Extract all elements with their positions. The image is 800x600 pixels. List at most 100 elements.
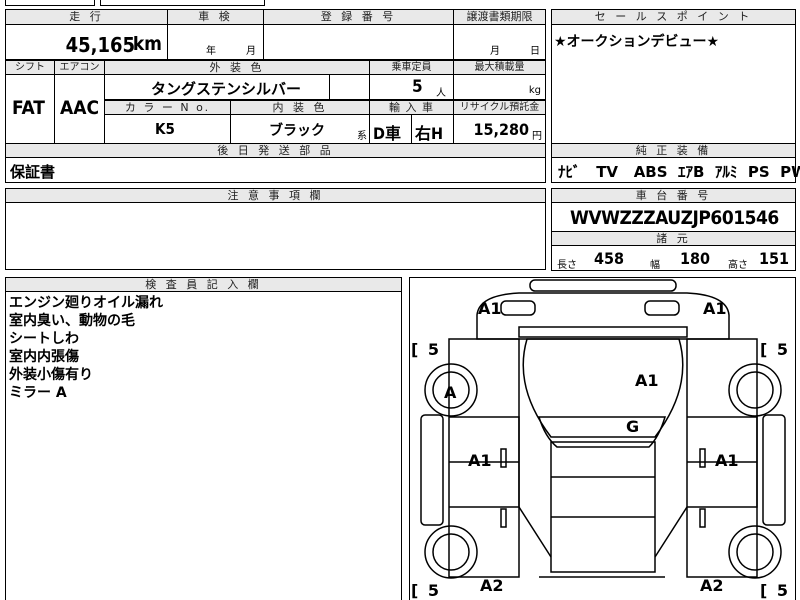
wheel-rl-inner bbox=[432, 533, 470, 571]
interior-color-header: 内 装 色 bbox=[230, 100, 370, 115]
exterior-color-value: タングステンシルバー bbox=[151, 80, 302, 98]
inspection-cell: 年 月 bbox=[167, 24, 264, 60]
equipment-item: ｱﾙﾐ bbox=[714, 163, 738, 181]
handle-right-rear bbox=[699, 508, 706, 528]
equipment-header: 純 正 装 備 bbox=[551, 143, 796, 158]
length-value: 458 bbox=[594, 249, 625, 268]
tread-rl: [ 5 bbox=[411, 581, 442, 600]
aircon-cell: AAC bbox=[54, 74, 105, 144]
mark-door-right: A1 bbox=[715, 451, 739, 470]
exterior-color-extra bbox=[329, 74, 370, 100]
tread-fr: [ 5 bbox=[760, 340, 791, 359]
equipment-item: TV bbox=[596, 163, 619, 181]
windshield-top bbox=[518, 326, 688, 338]
tread-fl: [ 5 bbox=[411, 340, 442, 359]
inspector-lines: エンジン廻りオイル漏れ 室内臭い、動物の毛 シートしわ 室内内張傷 外装小傷有り… bbox=[9, 294, 163, 402]
inspection-month-unit: 月 bbox=[246, 46, 256, 57]
mark-rear-left: A2 bbox=[480, 576, 504, 595]
import-type-cell: D車 bbox=[369, 114, 412, 144]
capacity-cell: 5 人 bbox=[369, 74, 454, 100]
later-parts-header: 後 日 発 送 部 品 bbox=[5, 143, 546, 158]
interior-color-suffix: 系 bbox=[357, 131, 367, 142]
recycle-cell: 15,280 円 bbox=[453, 114, 546, 144]
inspector-line: 外装小傷有り bbox=[9, 367, 93, 383]
sill-right bbox=[762, 414, 786, 526]
handle-value: 右H bbox=[415, 124, 444, 143]
equipment-item: ｴｱB bbox=[678, 163, 705, 181]
color-no-value: K5 bbox=[155, 120, 175, 138]
height-value: 151 bbox=[759, 249, 790, 268]
exterior-color-cell: タングステンシルバー bbox=[104, 74, 330, 100]
mark-hood: A1 bbox=[635, 371, 659, 390]
recycle-unit: 円 bbox=[532, 131, 542, 142]
mark-front-left: A1 bbox=[478, 299, 502, 318]
recycle-header: リサイクル預託金 bbox=[453, 100, 546, 115]
inspection-year-unit: 年 bbox=[206, 46, 216, 57]
handle-left-rear bbox=[500, 508, 507, 528]
top-stub-mid bbox=[100, 0, 265, 6]
max-load-header: 最大積載量 bbox=[453, 60, 546, 75]
notes-header: 注 意 事 項 欄 bbox=[5, 188, 546, 203]
inspector-cell: エンジン廻りオイル漏れ 室内臭い、動物の毛 シートしわ 室内内張傷 外装小傷有り… bbox=[5, 291, 402, 600]
later-parts-value: 保証書 bbox=[10, 163, 56, 181]
mileage-cell: 45,165 km bbox=[5, 24, 168, 60]
max-load-unit: kg bbox=[528, 85, 541, 96]
import-header: 輸 入 車 bbox=[369, 100, 454, 115]
height-label: 高さ bbox=[728, 260, 748, 271]
dimensions-cell: 長さ 458 幅 180 高さ 151 bbox=[551, 245, 796, 271]
inspector-header: 検 査 員 記 入 欄 bbox=[5, 277, 402, 292]
import-type-value: D車 bbox=[373, 124, 401, 143]
handle-cell: 右H bbox=[411, 114, 454, 144]
recycle-value: 15,280 bbox=[473, 120, 529, 139]
car-diagram bbox=[420, 279, 786, 579]
equipment-list: ﾅﾋﾞ TV ABS ｴｱB ｱﾙﾐ PS PW bbox=[558, 161, 800, 182]
inspector-line: 室内臭い、動物の毛 bbox=[9, 313, 135, 329]
tread-rr: [ 5 bbox=[760, 581, 791, 600]
front-bumper-shape bbox=[529, 279, 677, 292]
color-no-header: カ ラ ー N o. bbox=[104, 100, 231, 115]
registration-header: 登 録 番 号 bbox=[263, 9, 454, 25]
later-parts-cell: 保証書 bbox=[5, 157, 546, 183]
shift-value: FAT bbox=[12, 97, 45, 119]
transfer-day-unit: 日 bbox=[530, 46, 540, 57]
color-no-cell: K5 bbox=[104, 114, 231, 144]
aircon-header: エアコン bbox=[54, 60, 105, 75]
length-label: 長さ bbox=[557, 260, 577, 271]
mark-wheel-fl: A bbox=[444, 383, 457, 402]
equipment-item: ABS bbox=[633, 163, 668, 181]
dimensions-header: 諸 元 bbox=[551, 231, 796, 246]
notes-cell bbox=[5, 202, 546, 270]
equipment-cell: ﾅﾋﾞ TV ABS ｴｱB ｱﾙﾐ PS PW bbox=[551, 157, 800, 183]
roof-shape bbox=[550, 441, 656, 573]
rear-pillars bbox=[518, 506, 688, 558]
headlight-right bbox=[644, 300, 680, 316]
transfer-cell: 月 日 bbox=[453, 24, 546, 60]
mark-windshield: G bbox=[626, 417, 640, 436]
max-load-cell: kg bbox=[453, 74, 546, 100]
equipment-item: PS bbox=[747, 163, 770, 181]
inspector-line: シートしわ bbox=[9, 331, 79, 347]
equipment-item: ﾅﾋﾞ bbox=[558, 163, 581, 181]
inspector-line: ミラー A bbox=[9, 385, 67, 401]
wheel-rr-inner bbox=[736, 533, 774, 571]
chassis-header: 車 台 番 号 bbox=[551, 188, 796, 203]
mark-rear-right: A2 bbox=[700, 576, 724, 595]
mileage-unit: km bbox=[132, 33, 162, 55]
mileage-value: 45,165 bbox=[65, 33, 135, 57]
hood-shape bbox=[522, 338, 684, 438]
width-label: 幅 bbox=[650, 260, 660, 271]
capacity-header: 乗車定員 bbox=[369, 60, 454, 75]
headlight-left bbox=[500, 300, 536, 316]
capacity-unit: 人 bbox=[436, 88, 446, 99]
sill-left bbox=[420, 414, 444, 526]
interior-color-cell: ブラック 系 bbox=[230, 114, 370, 144]
handle-left-front bbox=[500, 448, 507, 468]
equipment-item: PW bbox=[780, 163, 800, 181]
mileage-header: 走 行 bbox=[5, 9, 168, 25]
chassis-cell: WVWZZZAUZJP601546 bbox=[551, 202, 796, 232]
chassis-number: WVWZZZAUZJP601546 bbox=[570, 207, 779, 229]
aircon-value: AAC bbox=[60, 97, 100, 119]
inspector-line: エンジン廻りオイル漏れ bbox=[9, 295, 163, 311]
registration-cell bbox=[263, 24, 454, 60]
interior-color-value: ブラック bbox=[269, 123, 325, 139]
